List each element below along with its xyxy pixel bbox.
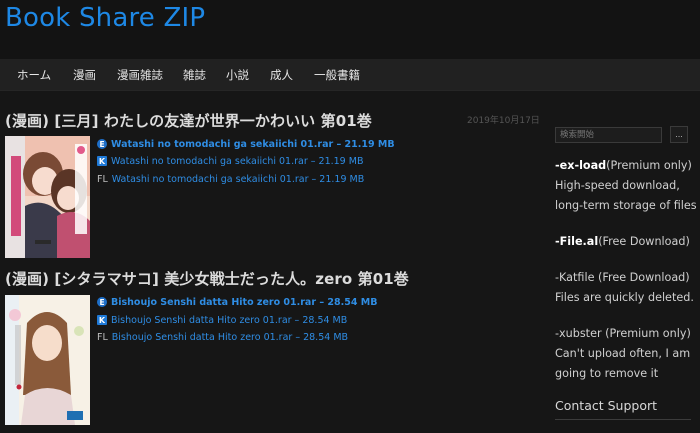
- nav-item-novel[interactable]: 小説: [226, 67, 249, 83]
- post-cover-image[interactable]: [5, 295, 90, 425]
- host-name: -ex-load: [555, 159, 607, 172]
- search-button[interactable]: ...: [670, 126, 688, 143]
- post-title[interactable]: (漫画) [三月] わたしの友達が世界一かわいい 第01巻: [5, 110, 372, 131]
- nav-item-general-books[interactable]: 一般書籍: [314, 67, 360, 83]
- host-info-exload: -ex-load(Premium only) High-speed downlo…: [555, 156, 698, 216]
- download-link[interactable]: Bishoujo Senshi datta Hito zero 01.rar –…: [111, 297, 377, 308]
- download-link[interactable]: Watashi no tomodachi ga sekaiichi 01.rar…: [112, 174, 364, 185]
- nav-item-manga[interactable]: 漫画: [73, 67, 96, 83]
- download-link-row: K Watashi no tomodachi ga sekaiichi 01.r…: [97, 154, 363, 168]
- katfile-host-icon: K: [97, 156, 107, 166]
- nav-item-magazine[interactable]: 雑誌: [183, 67, 206, 83]
- exload-host-icon: E: [97, 297, 107, 307]
- download-link-row: E Watashi no tomodachi ga sekaiichi 01.r…: [97, 137, 395, 151]
- download-link-row: K Bishoujo Senshi datta Hito zero 01.rar…: [97, 313, 347, 327]
- host-description: (Free Download): [598, 235, 690, 248]
- post-date: 2019年10月17日: [467, 116, 540, 126]
- exload-host-icon: E: [97, 139, 107, 149]
- site-title[interactable]: Book Share ZIP: [5, 3, 205, 33]
- post-cover-image[interactable]: [5, 136, 90, 258]
- nav-item-adult[interactable]: 成人: [270, 67, 293, 83]
- main-nav: ホーム 漫画 漫画雑誌 雑誌 小説 成人 一般書籍: [0, 59, 700, 91]
- download-link[interactable]: Watashi no tomodachi ga sekaiichi 01.rar…: [111, 139, 395, 150]
- host-info-katfile: -Katfile (Free Download) Files are quick…: [555, 268, 698, 308]
- host-info-fileal: -File.al(Free Download): [555, 232, 698, 252]
- download-link[interactable]: Watashi no tomodachi ga sekaiichi 01.rar…: [111, 156, 363, 167]
- host-name: -File.al: [555, 235, 599, 248]
- manga-cover-art: [5, 136, 90, 258]
- divider: [555, 419, 691, 420]
- download-link-row: FL Bishoujo Senshi datta Hito zero 01.ra…: [97, 330, 348, 344]
- download-link-row: FL Watashi no tomodachi ga sekaiichi 01.…: [97, 172, 364, 186]
- host-description: -Katfile (Free Download) Files are quick…: [555, 271, 694, 304]
- nav-item-manga-magazine[interactable]: 漫画雑誌: [117, 67, 163, 83]
- post-title[interactable]: (漫画) [シタラマサコ] 美少女戦士だった人。zero 第01巻: [5, 268, 409, 289]
- host-info-xubster: -xubster (Premium only) Can't upload oft…: [555, 324, 698, 384]
- fileal-host-label: FL: [97, 331, 108, 343]
- download-link-row: E Bishoujo Senshi datta Hito zero 01.rar…: [97, 295, 377, 309]
- nav-item-home[interactable]: ホーム: [17, 67, 51, 83]
- katfile-host-icon: K: [97, 315, 107, 325]
- manga-cover-art: [5, 295, 90, 425]
- fileal-host-label: FL: [97, 173, 108, 185]
- site-header: Book Share ZIP: [0, 0, 700, 59]
- download-link[interactable]: Bishoujo Senshi datta Hito zero 01.rar –…: [111, 315, 347, 326]
- contact-support-heading[interactable]: Contact Support: [555, 398, 657, 413]
- download-link[interactable]: Bishoujo Senshi datta Hito zero 01.rar –…: [112, 332, 348, 343]
- search-input[interactable]: [555, 127, 662, 143]
- host-description: -xubster (Premium only) Can't upload oft…: [555, 327, 691, 380]
